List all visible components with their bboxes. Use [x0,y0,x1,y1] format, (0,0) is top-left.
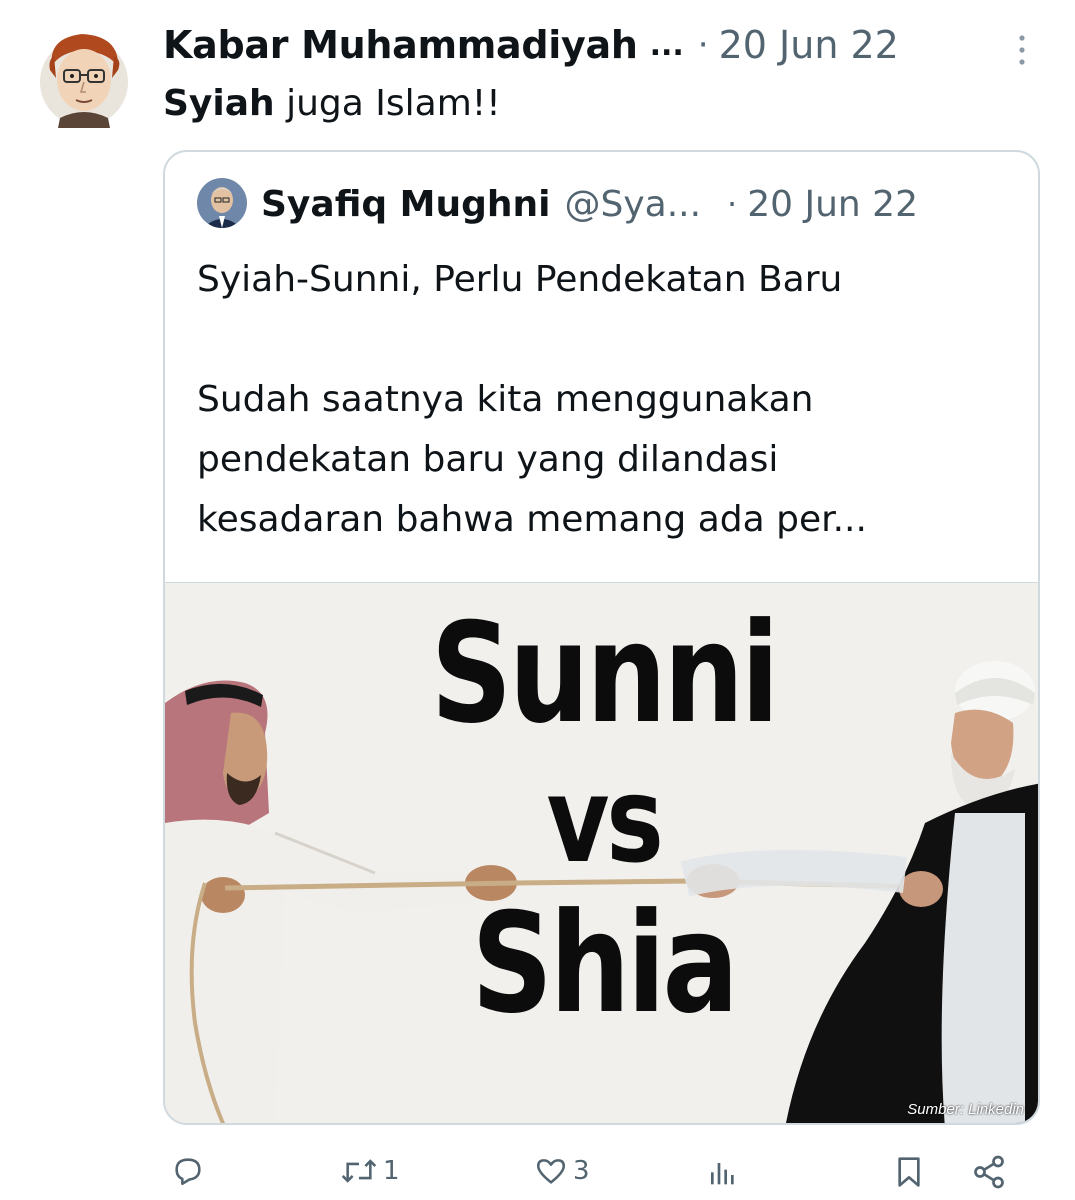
heart-icon [533,1154,569,1188]
bookmark-button[interactable] [893,1154,925,1190]
retweet-count: 1 [383,1156,400,1186]
quoted-tweet-date: 20 Jun 22 [747,183,918,225]
reply-button[interactable] [171,1154,209,1188]
retweet-button[interactable]: 1 [339,1154,400,1188]
tweet-text: Syiah juga Islam!! [163,80,501,128]
image-text-sunni: Sunni [430,593,780,754]
quoted-tweet-header: Syafiq Mughni @Sya... · 20 Jun 22 [261,176,918,232]
tweet-action-bar: 1 3 [163,1150,1043,1200]
share-icon [971,1154,1007,1190]
author-name[interactable]: Kabar Muhammadiyah [163,23,638,67]
quoted-tweet-image[interactable]: Sunni vs Shia Sumber: Linkedin [165,582,1038,1123]
image-text-vs: vs [546,751,663,889]
reply-icon [171,1154,205,1188]
like-button[interactable]: 3 [533,1154,590,1188]
views-button[interactable] [707,1154,743,1188]
quoted-author-handle: @Sya... [564,183,702,225]
quoted-body-line: Sudah saatnya kita menggunakan [197,379,814,420]
views-icon [707,1154,739,1188]
tweet-header: Kabar Muhammadiyah ... · 20 Jun 22 [163,18,1043,72]
separator-dot: · [697,25,709,65]
author-avatar[interactable] [38,26,130,128]
share-button[interactable] [971,1154,1007,1190]
quoted-author-avatar[interactable] [197,178,247,228]
quoted-body-line: pendekatan baru yang dilandasi [197,439,779,480]
bookmark-icon [893,1154,925,1190]
retweet-icon [339,1154,379,1188]
quoted-tweet-text: Syiah-Sunni, Perlu Pendekatan Baru Sudah… [197,250,1017,550]
quoted-title-line: Syiah-Sunni, Perlu Pendekatan Baru [197,259,843,300]
tweet-date[interactable]: 20 Jun 22 [719,23,899,67]
name-truncation: ... [649,27,684,63]
quoted-author-name[interactable]: Syafiq Mughni [261,184,551,225]
tweet-text-rest: juga Islam!! [274,83,501,124]
image-text-shia: Shia [471,883,738,1044]
separator-dot: · [727,185,738,223]
quoted-tweet-card[interactable]: Syafiq Mughni @Sya... · 20 Jun 22 Syiah-… [163,150,1040,1125]
quoted-body-line: kesadaran bahwa memang ada per... [197,499,867,540]
image-credit: Sumber: Linkedin [907,1101,1024,1118]
more-vertical-icon[interactable] [1010,30,1034,70]
like-count: 3 [573,1156,590,1186]
tweet-text-bold: Syiah [163,83,275,124]
